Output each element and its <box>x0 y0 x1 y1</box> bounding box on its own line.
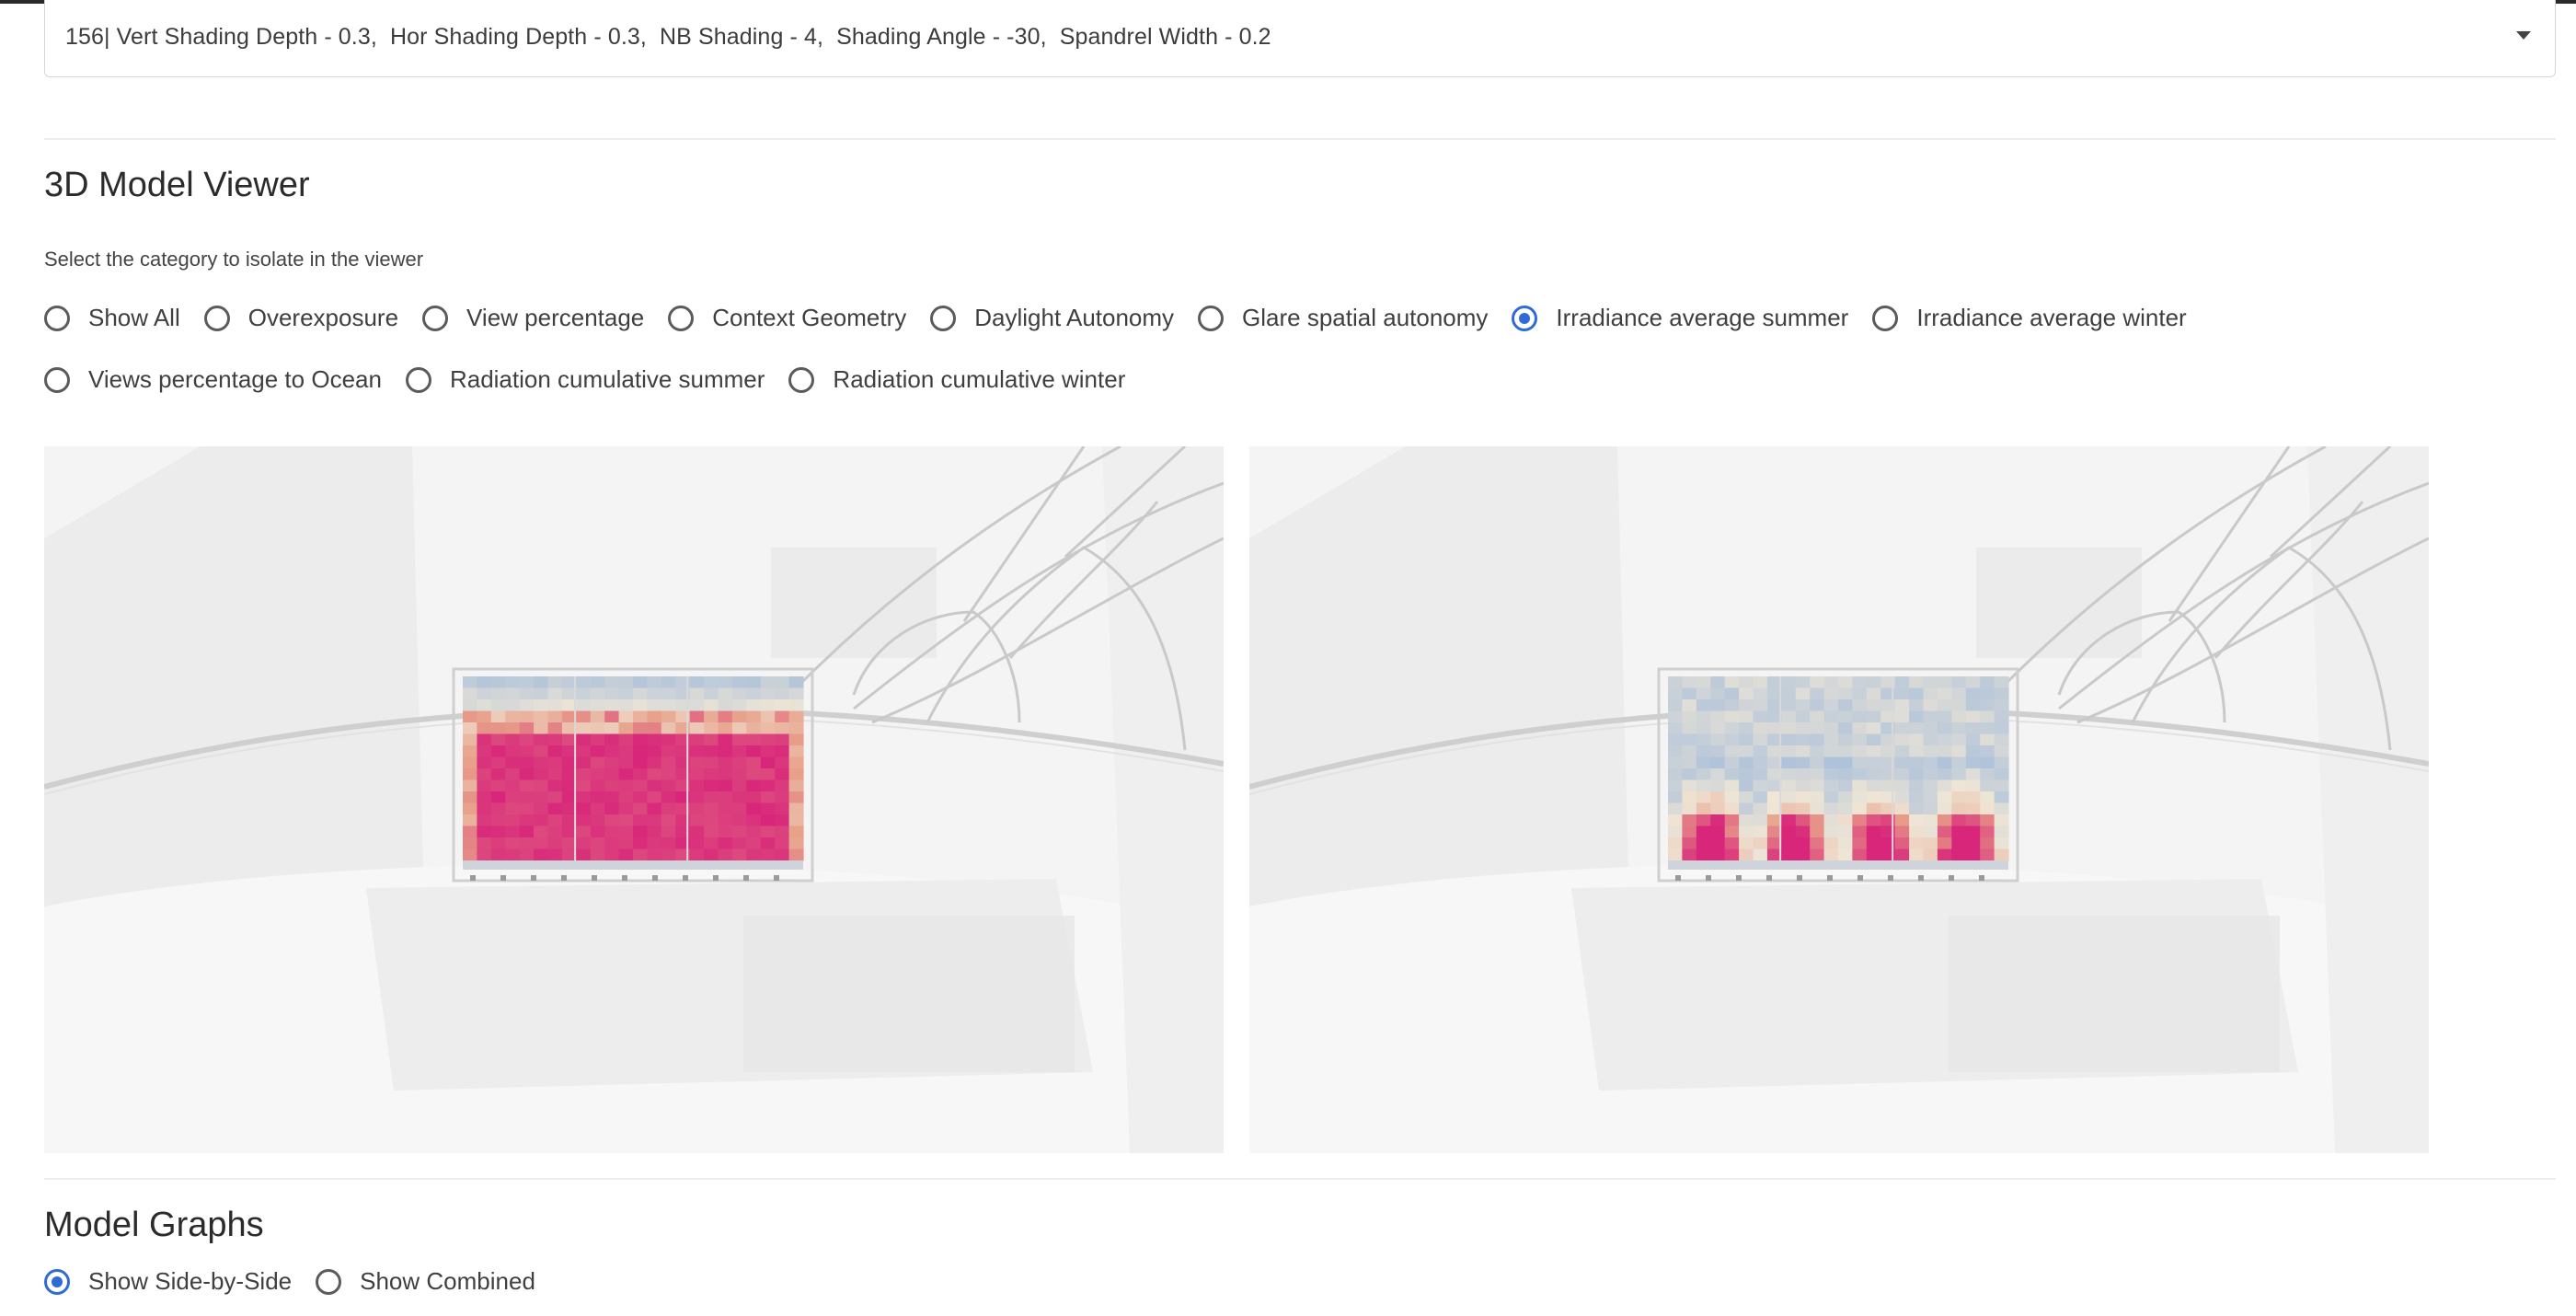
radio-option-radiation-cumulative-winter[interactable]: Radiation cumulative winter <box>788 365 1125 394</box>
radio-unchecked-icon[interactable] <box>422 305 449 331</box>
radio-label: Glare spatial autonomy <box>1242 304 1489 331</box>
radio-label: Radiation cumulative summer <box>449 365 765 393</box>
divider <box>44 138 2556 140</box>
radio-unchecked-icon[interactable] <box>668 305 695 331</box>
radio-label: Overexposure <box>247 304 399 331</box>
radio-unchecked-icon[interactable] <box>1872 305 1899 331</box>
right-model-viewer[interactable] <box>1249 446 2429 1153</box>
radio-label: Context Geometry <box>712 304 907 331</box>
heatmap-facade <box>1657 667 2019 883</box>
radio-option-show-combined[interactable]: Show Combined <box>316 1267 535 1296</box>
radio-label: Show All <box>88 304 180 331</box>
radio-label: Show Side-by-Side <box>88 1267 293 1295</box>
radio-option-show-side-by-side[interactable]: Show Side-by-Side <box>44 1267 292 1296</box>
radio-label: View percentage <box>466 304 645 331</box>
radio-option-irradiance-average-summer[interactable]: Irradiance average summer <box>1512 304 1848 332</box>
scenario-select-value: 156| Vert Shading Depth - 0.3, Hor Shadi… <box>65 24 1271 50</box>
radio-checked-icon[interactable] <box>44 1268 70 1295</box>
radio-unchecked-icon[interactable] <box>788 366 815 393</box>
radio-option-daylight-autonomy[interactable]: Daylight Autonomy <box>930 304 1174 332</box>
heatmap-facade <box>452 667 814 883</box>
radio-label: Irradiance average summer <box>1556 304 1849 331</box>
model-viewport[interactable] <box>1249 446 2429 1153</box>
radio-unchecked-icon[interactable] <box>44 305 70 331</box>
radio-label: Radiation cumulative winter <box>833 365 1126 393</box>
chevron-down-icon[interactable] <box>2516 31 2531 40</box>
radio-label: Show Combined <box>360 1267 535 1295</box>
radio-unchecked-icon[interactable] <box>930 305 957 331</box>
radio-option-glare-spatial-autonomy[interactable]: Glare spatial autonomy <box>1198 304 1488 332</box>
radio-option-context-geometry[interactable]: Context Geometry <box>668 304 906 332</box>
radio-option-overexposure[interactable]: Overexposure <box>203 304 399 332</box>
graphs-section-title: Model Graphs <box>44 1206 264 1244</box>
radio-unchecked-icon[interactable] <box>1198 305 1225 331</box>
viewer-section-title: 3D Model Viewer <box>44 166 310 204</box>
divider <box>44 1178 2556 1180</box>
radio-option-views-percentage-to-ocean[interactable]: Views percentage to Ocean <box>44 365 382 394</box>
graph-mode-radio-group: Show Side-by-Side Show Combined <box>44 1267 559 1296</box>
radio-label: Daylight Autonomy <box>974 304 1175 331</box>
radio-label: Views percentage to Ocean <box>88 365 382 393</box>
radio-label: Irradiance average winter <box>1916 304 2187 331</box>
category-radio-group-row2: Views percentage to Ocean Radiation cumul… <box>44 365 1149 394</box>
radio-unchecked-icon[interactable] <box>203 305 230 331</box>
radio-unchecked-icon[interactable] <box>44 366 70 393</box>
radio-checked-icon[interactable] <box>1512 305 1538 331</box>
category-radio-group-row1: Show All Overexposure View percentage Conte… <box>44 304 2211 332</box>
radio-unchecked-icon[interactable] <box>316 1268 342 1295</box>
radio-option-view-percentage[interactable]: View percentage <box>422 304 644 332</box>
radio-option-show-all[interactable]: Show All <box>44 304 180 332</box>
scenario-select[interactable]: 156| Vert Shading Depth - 0.3, Hor Shadi… <box>44 0 2556 77</box>
radio-option-irradiance-average-winter[interactable]: Irradiance average winter <box>1872 304 2187 332</box>
radio-option-radiation-cumulative-summer[interactable]: Radiation cumulative summer <box>405 365 765 394</box>
viewer-helper-text: Select the category to isolate in the vi… <box>44 248 424 271</box>
radio-unchecked-icon[interactable] <box>405 366 431 393</box>
model-viewport[interactable] <box>44 446 1224 1153</box>
left-model-viewer[interactable] <box>44 446 1224 1153</box>
